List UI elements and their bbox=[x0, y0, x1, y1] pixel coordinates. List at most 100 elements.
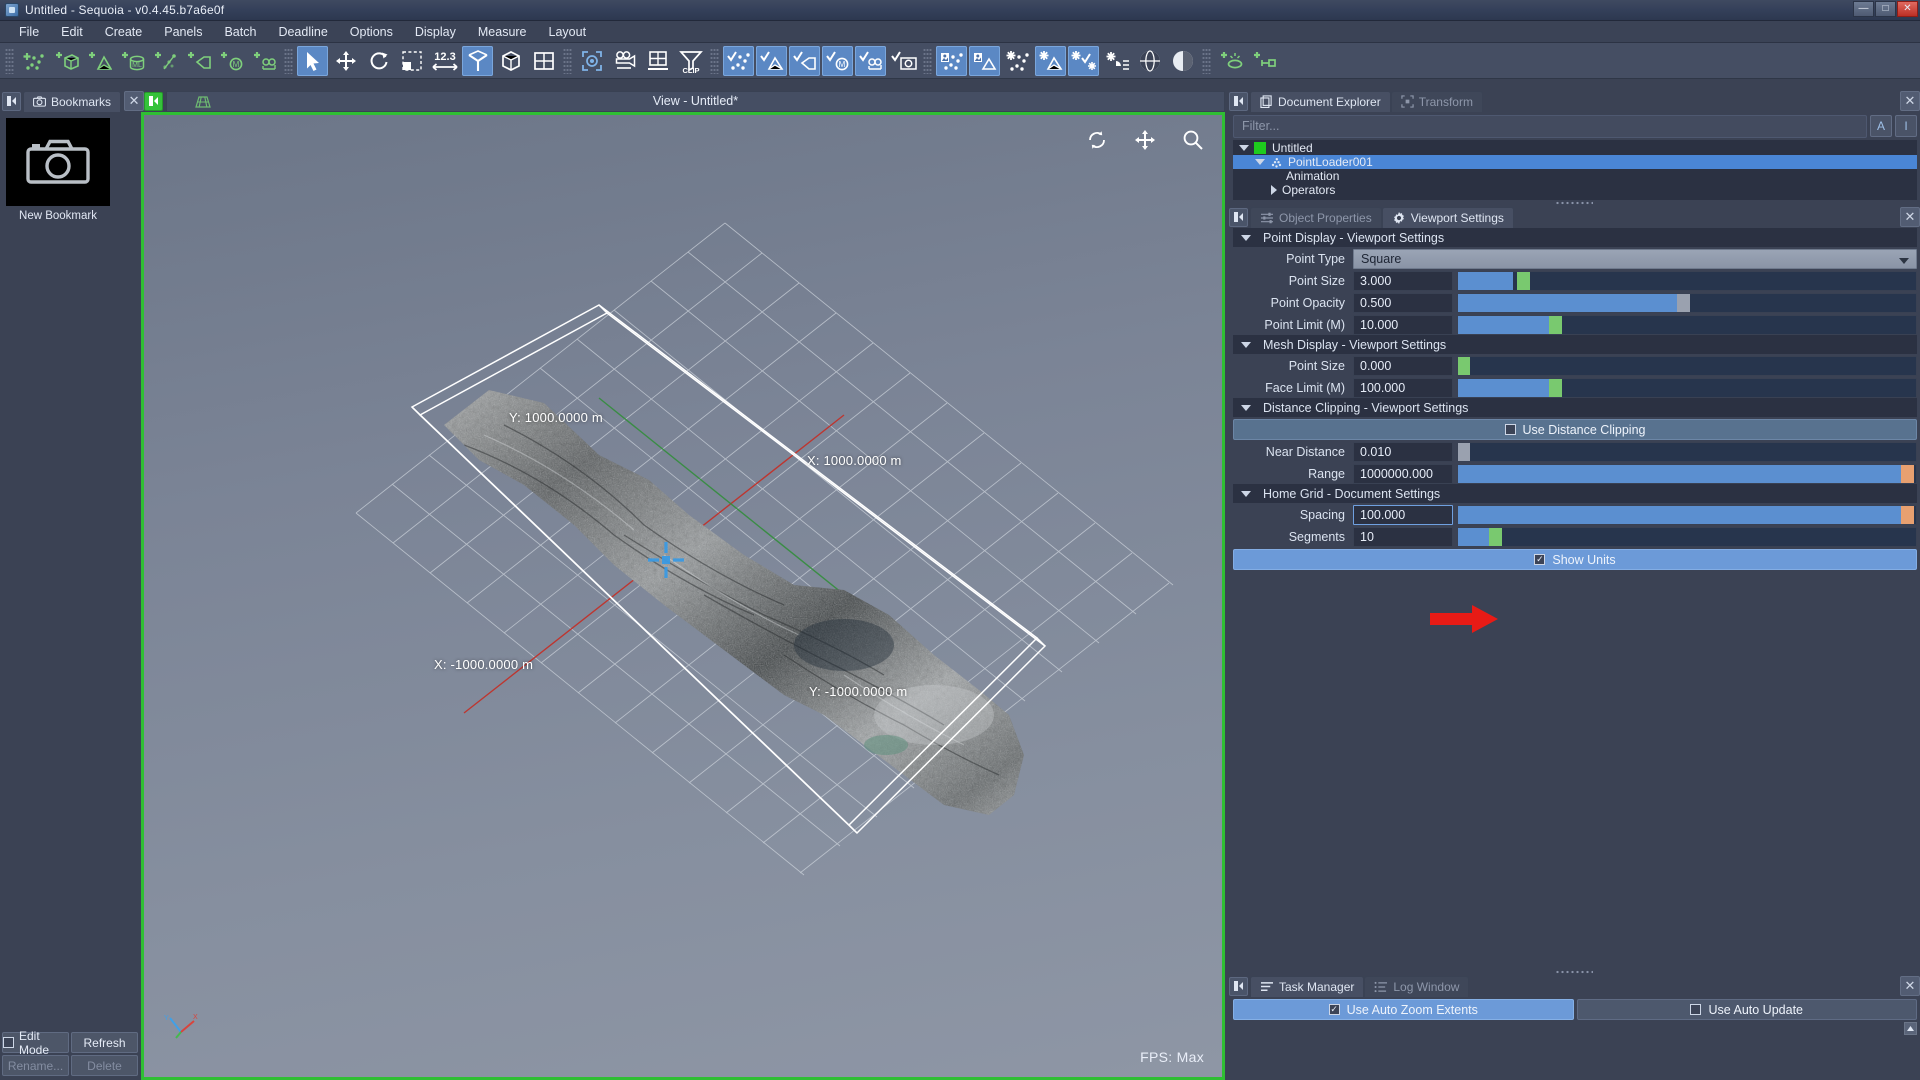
property-value-field[interactable]: 100.000 bbox=[1353, 377, 1453, 398]
measure-numeric-icon[interactable]: 12.3 bbox=[429, 46, 460, 76]
show-plane-icon[interactable] bbox=[789, 45, 820, 76]
toolbar-grip[interactable] bbox=[5, 47, 14, 74]
checkbox[interactable] bbox=[1504, 424, 1516, 435]
shading-sphere-icon[interactable] bbox=[1134, 46, 1165, 76]
use-auto-update-checkbox[interactable] bbox=[1690, 1004, 1702, 1015]
toolbar-grip[interactable] bbox=[923, 47, 932, 74]
filter-by-type-button[interactable]: I bbox=[1895, 115, 1917, 137]
refresh-button[interactable]: Refresh bbox=[71, 1032, 138, 1053]
menu-edit[interactable]: Edit bbox=[50, 22, 94, 42]
toolbar-grip[interactable] bbox=[1202, 47, 1211, 74]
group-caret-icon[interactable] bbox=[1241, 404, 1251, 411]
menu-deadline[interactable]: Deadline bbox=[267, 22, 338, 42]
select-arrow-icon[interactable] bbox=[297, 45, 328, 76]
expand-caret-icon[interactable] bbox=[1239, 145, 1249, 151]
clip-funnel-icon[interactable]: CLIP bbox=[675, 46, 706, 76]
property-slider[interactable] bbox=[1457, 441, 1917, 462]
checkbox[interactable]: ✓ bbox=[1534, 554, 1546, 565]
zoom-icon[interactable] bbox=[1182, 129, 1204, 156]
expand-caret-icon[interactable] bbox=[1255, 159, 1265, 165]
minimize-button[interactable]: — bbox=[1853, 1, 1874, 17]
add-marker-icon[interactable]: M bbox=[216, 46, 247, 76]
add-pointcloud-icon[interactable] bbox=[150, 46, 181, 76]
show-marker-icon[interactable]: M bbox=[822, 45, 853, 76]
collapse-caret-icon[interactable] bbox=[1271, 185, 1277, 195]
menu-measure[interactable]: Measure bbox=[467, 22, 538, 42]
point-type-combobox[interactable]: Square bbox=[1353, 248, 1917, 269]
tree-item-animation[interactable]: Animation bbox=[1233, 169, 1917, 183]
group-caret-icon[interactable] bbox=[1241, 234, 1251, 241]
group-header-2[interactable]: Distance Clipping - Viewport Settings bbox=[1233, 398, 1917, 417]
close-button[interactable]: ✕ bbox=[1897, 1, 1918, 17]
property-slider[interactable] bbox=[1457, 314, 1917, 335]
property-slider[interactable] bbox=[1457, 526, 1917, 547]
property-value-field[interactable]: 100.000 bbox=[1353, 504, 1453, 525]
property-slider[interactable] bbox=[1457, 377, 1917, 398]
tab-task-manager[interactable]: Task Manager bbox=[1250, 975, 1365, 997]
property-value-field[interactable]: 10 bbox=[1353, 526, 1453, 547]
task-list-scroll-up[interactable] bbox=[1904, 1022, 1917, 1035]
toolbar-grip[interactable] bbox=[284, 47, 293, 74]
render-points-icon[interactable] bbox=[936, 45, 967, 76]
show-units-button[interactable]: ✓ Show Units bbox=[1233, 549, 1917, 570]
filter-by-name-button[interactable]: A bbox=[1870, 115, 1892, 137]
axis-tripod-icon[interactable] bbox=[462, 45, 493, 76]
add-points-icon[interactable] bbox=[18, 46, 49, 76]
menu-options[interactable]: Options bbox=[339, 22, 404, 42]
property-slider[interactable] bbox=[1457, 463, 1917, 484]
maximize-button[interactable]: □ bbox=[1875, 1, 1896, 17]
menu-layout[interactable]: Layout bbox=[538, 22, 598, 42]
viewport-3d[interactable]: Y: 1000.0000 m X: 1000.0000 m X: -1000.0… bbox=[141, 112, 1225, 1080]
add-light-icon[interactable] bbox=[1215, 46, 1246, 76]
property-value-field[interactable]: 0.000 bbox=[1353, 355, 1453, 376]
show-mesh-icon[interactable] bbox=[756, 45, 787, 76]
scale-icon[interactable] bbox=[396, 46, 427, 76]
add-object-icon[interactable] bbox=[1248, 46, 1279, 76]
pan-icon[interactable] bbox=[1134, 129, 1156, 156]
properties-pin-icon[interactable] bbox=[1229, 207, 1248, 227]
viewport-pin-icon[interactable] bbox=[144, 91, 163, 111]
property-value-field[interactable]: 3.000 bbox=[1353, 270, 1453, 291]
orbit-icon[interactable] bbox=[1086, 129, 1108, 156]
use-auto-zoom-extents-button[interactable]: ✓ Use Auto Zoom Extents bbox=[1233, 999, 1574, 1020]
use-distance-clipping-button[interactable]: Use Distance Clipping bbox=[1233, 419, 1917, 440]
menu-batch[interactable]: Batch bbox=[213, 22, 267, 42]
edit-mode-button[interactable]: Edit Mode bbox=[2, 1029, 69, 1057]
property-value-field[interactable]: 0.010 bbox=[1353, 441, 1453, 462]
tab-bookmarks[interactable]: Bookmarks bbox=[23, 90, 122, 112]
toolbar-grip[interactable] bbox=[710, 47, 719, 74]
grid-icon[interactable] bbox=[528, 46, 559, 76]
add-camera-icon[interactable] bbox=[249, 46, 280, 76]
show-screenshot-icon[interactable] bbox=[888, 46, 919, 76]
material-sphere-icon[interactable] bbox=[1167, 46, 1198, 76]
color-swatch[interactable] bbox=[1254, 142, 1266, 154]
group-caret-icon[interactable] bbox=[1241, 490, 1251, 497]
menu-display[interactable]: Display bbox=[404, 22, 467, 42]
ground-grid-icon[interactable] bbox=[642, 46, 673, 76]
property-value-field[interactable]: 0.500 bbox=[1353, 292, 1453, 313]
bookmark-new[interactable]: New Bookmark bbox=[6, 118, 110, 222]
add-box-icon[interactable] bbox=[51, 46, 82, 76]
toolbar-grip[interactable] bbox=[563, 47, 572, 74]
target-icon[interactable] bbox=[576, 46, 607, 76]
property-slider[interactable] bbox=[1457, 270, 1917, 291]
group-header-0[interactable]: Point Display - Viewport Settings bbox=[1233, 228, 1917, 247]
tree-item-pointloader001[interactable]: PointLoader001 bbox=[1233, 155, 1917, 169]
move-icon[interactable] bbox=[330, 46, 361, 76]
use-auto-update-button[interactable]: Use Auto Update bbox=[1576, 999, 1917, 1020]
menu-create[interactable]: Create bbox=[94, 22, 154, 42]
highlight-mesh-icon[interactable] bbox=[1035, 45, 1066, 76]
property-slider[interactable] bbox=[1457, 292, 1917, 313]
camera-view-icon[interactable] bbox=[609, 46, 640, 76]
tree-item-untitled[interactable]: Untitled bbox=[1233, 141, 1917, 155]
properties-close-button[interactable]: ✕ bbox=[1900, 207, 1920, 227]
lighting-icon[interactable] bbox=[1101, 46, 1132, 76]
document-explorer-close-button[interactable]: ✕ bbox=[1900, 91, 1920, 111]
filter-input[interactable]: Filter... bbox=[1233, 114, 1867, 138]
property-slider[interactable] bbox=[1457, 504, 1917, 525]
add-mesh-icon[interactable] bbox=[84, 46, 115, 76]
tab-object-properties[interactable]: Object Properties bbox=[1250, 206, 1382, 228]
dock-pin-icon[interactable] bbox=[2, 91, 21, 111]
tab-log-window[interactable]: Log Window bbox=[1364, 975, 1470, 997]
menu-panels[interactable]: Panels bbox=[153, 22, 213, 42]
